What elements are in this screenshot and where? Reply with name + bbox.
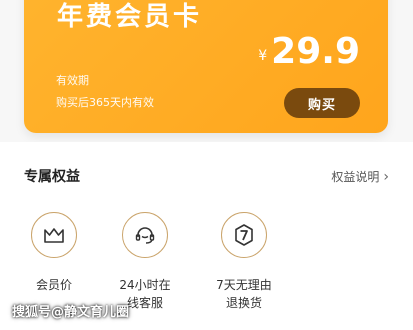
price: ¥ 29.9 (258, 34, 360, 70)
benefit-7day-return[interactable]: 7天无理由 退换货 (199, 212, 289, 312)
benefit-label-line1: 会员价 (35, 278, 72, 292)
return-7-icon (235, 224, 253, 246)
currency-symbol: ¥ (258, 48, 268, 64)
membership-card: 年费会员卡 ¥ 29.9 有效期 购买后365天内有效 购买 (24, 0, 388, 133)
benefit-label-line2: 退换货 (225, 296, 262, 310)
buy-button[interactable]: 购买 (284, 88, 360, 118)
card-title: 年费会员卡 (57, 2, 203, 32)
benefit-icon-circle (221, 212, 267, 258)
benefit-label-line1: 7天无理由 (216, 278, 272, 292)
benefit-24h-service[interactable]: 24小时在 线客服 (100, 212, 190, 312)
benefit-icon-circle (122, 212, 168, 258)
benefits-link-label: 权益说明 (331, 170, 380, 184)
benefits-explanation-link[interactable]: 权益说明 › (331, 168, 389, 185)
chevron-right-icon: › (383, 168, 389, 185)
headset-icon (135, 227, 155, 244)
price-amount: 29.9 (271, 31, 360, 72)
benefit-label-line1: 24小时在 (119, 278, 171, 292)
section-title: 专属权益 (24, 169, 80, 185)
benefit-icon-circle (31, 212, 77, 258)
validity-description: 购买后365天内有效 (56, 96, 154, 109)
crown-icon (44, 228, 64, 243)
validity-label: 有效期 (56, 74, 89, 87)
watermark: 搜狐号@静文育儿圈 (12, 305, 130, 320)
benefit-member-price[interactable]: 会员价 (9, 212, 99, 294)
